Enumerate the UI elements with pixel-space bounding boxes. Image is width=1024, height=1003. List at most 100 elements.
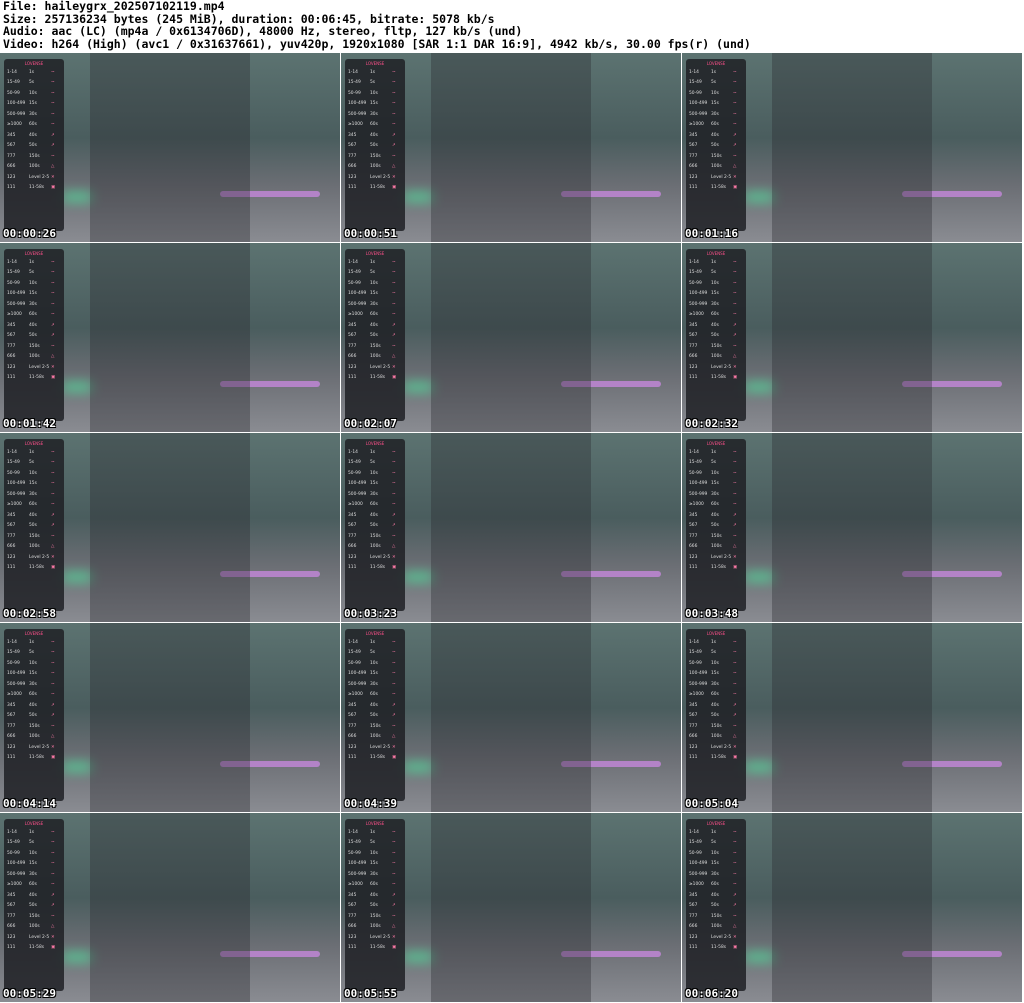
video-thumbnail[interactable]: LOVENSE 1-14 1s ~15-49 5s ~50-99 10s ~100-499 15… [0,243,340,432]
pattern-icon: ↗ [733,143,737,149]
video-thumbnail[interactable]: LOVENSE 1-14 1s ~15-49 5s ~50-99 10s ~100-499 15… [0,53,340,242]
pattern-icon: ~ [733,280,737,286]
tip-duration: 1s [711,829,717,835]
tip-menu-row: 500-999 30s ~ [686,869,746,880]
tip-duration: 150s [370,913,381,919]
pattern-icon: ~ [51,301,55,307]
tip-amount: 15-49 [7,460,20,466]
timestamp: 00:04:14 [3,797,56,810]
tip-duration: 40s [29,322,37,328]
tip-duration: 60s [711,502,719,508]
tip-menu-row: ≥1000 60s ~ [4,880,64,891]
tip-menu-row: 1-14 1s ~ [686,827,746,838]
tip-menu-row: 15-49 5s ~ [4,78,64,89]
pattern-icon: ↗ [51,322,55,328]
tip-menu-row: 123 Level 2-5 ✕ [4,552,64,563]
timestamp: 00:03:48 [685,607,738,620]
pattern-icon: ~ [392,280,396,286]
pattern-icon: ~ [733,491,737,497]
tip-menu-row: 100-499 15s ~ [686,99,746,110]
video-thumbnail[interactable]: LOVENSE 1-14 1s ~15-49 5s ~50-99 10s ~100-499 15… [682,433,1022,622]
tip-duration: 100s [29,164,40,170]
pattern-icon: ~ [51,502,55,508]
pattern-icon: ~ [392,470,396,476]
tip-amount: 15-49 [348,650,361,656]
tip-duration: 11-58s [711,185,727,191]
tip-menu-row: 567 50s ↗ [4,711,64,722]
pattern-icon: ✕ [733,364,737,370]
tip-amount: 777 [689,343,698,349]
tip-menu-row: 100-499 15s ~ [345,99,405,110]
pattern-icon: △ [51,164,55,170]
video-thumbnail[interactable]: LOVENSE 1-14 1s ~15-49 5s ~50-99 10s ~100-499 15… [682,243,1022,432]
tip-duration: 15s [711,101,719,107]
tip-amount: 15-49 [348,460,361,466]
video-thumbnail[interactable]: LOVENSE 1-14 1s ~15-49 5s ~50-99 10s ~100-499 15… [341,243,681,432]
tip-amount: 100-499 [7,101,26,107]
tip-menu-row: 666 100s △ [686,162,746,173]
video-thumbnail[interactable]: LOVENSE 1-14 1s ~15-49 5s ~50-99 10s ~100-499 15… [682,813,1022,1002]
video-thumbnail[interactable]: LOVENSE 1-14 1s ~15-49 5s ~50-99 10s ~100-499 15… [0,813,340,1002]
pattern-icon: △ [733,354,737,360]
tip-duration: 15s [711,671,719,677]
tip-amount: 123 [7,364,16,370]
tip-menu-overlay: LOVENSE 1-14 1s ~15-49 5s ~50-99 10s ~100-499 15… [686,629,746,801]
tip-amount: 345 [7,322,16,328]
tip-duration: 100s [29,734,40,740]
timestamp: 00:05:04 [685,797,738,810]
pattern-icon: ~ [51,111,55,117]
tip-amount: 500-999 [7,491,26,497]
tip-duration: 10s [711,850,719,856]
tip-duration: Level 2-5 [370,174,391,180]
video-thumbnail[interactable]: LOVENSE 1-14 1s ~15-49 5s ~50-99 10s ~100-499 15… [341,53,681,242]
tip-amount: 666 [348,734,357,740]
tip-menu-row: 345 40s ↗ [4,130,64,141]
pattern-icon: ~ [392,122,396,128]
tip-amount: ≥1000 [689,882,704,888]
tip-menu-row: 345 40s ↗ [4,890,64,901]
tip-duration: 30s [370,681,378,687]
pattern-icon: ↗ [733,132,737,138]
tip-amount: 666 [7,354,16,360]
tip-amount: 100-499 [348,671,367,677]
tip-duration: 40s [711,892,719,898]
tip-amount: 111 [689,945,698,951]
tip-amount: 50-99 [348,280,361,286]
tip-menu-row: 500-999 30s ~ [345,869,405,880]
video-thumbnail[interactable]: LOVENSE 1-14 1s ~15-49 5s ~50-99 10s ~100-499 15… [682,623,1022,812]
pattern-icon: ~ [51,491,55,497]
timestamp: 00:00:26 [3,227,56,240]
tip-amount: 50-99 [348,850,361,856]
tip-duration: 10s [370,90,378,96]
tip-amount: 567 [7,333,16,339]
tip-amount: 123 [689,364,698,370]
tip-menu-row: 777 150s ~ [345,911,405,922]
tip-amount: 15-49 [7,270,20,276]
pattern-icon: ~ [733,270,737,276]
tip-menu-row: 100-499 15s ~ [686,479,746,490]
video-thumbnail[interactable]: LOVENSE 1-14 1s ~15-49 5s ~50-99 10s ~100-499 15… [341,813,681,1002]
video-thumbnail[interactable]: LOVENSE 1-14 1s ~15-49 5s ~50-99 10s ~100-499 15… [341,623,681,812]
green-light [744,192,774,202]
tip-amount: 500-999 [689,681,708,687]
tip-duration: 1s [370,639,376,645]
tip-amount: 100-499 [689,671,708,677]
pattern-icon: ~ [51,153,55,159]
tip-duration: 30s [29,491,37,497]
tip-menu-row: 666 100s △ [4,162,64,173]
video-thumbnail[interactable]: LOVENSE 1-14 1s ~15-49 5s ~50-99 10s ~100-499 15… [341,433,681,622]
pattern-icon: ~ [392,882,396,888]
pattern-icon: ✕ [733,174,737,180]
tip-amount: ≥1000 [689,122,704,128]
tip-menu-row: 111 11-58s ▣ [686,943,746,954]
video-thumbnail[interactable]: LOVENSE 1-14 1s ~15-49 5s ~50-99 10s ~100-499 15… [0,433,340,622]
tip-menu-row: 15-49 5s ~ [686,268,746,279]
video-thumbnail[interactable]: LOVENSE 1-14 1s ~15-49 5s ~50-99 10s ~100-499 15… [682,53,1022,242]
video-thumbnail[interactable]: LOVENSE 1-14 1s ~15-49 5s ~50-99 10s ~100-499 15… [0,623,340,812]
tip-amount: ≥1000 [689,312,704,318]
tip-amount: 345 [7,132,16,138]
pattern-icon: ~ [733,291,737,297]
tip-duration: 100s [29,354,40,360]
tip-menu-row: 345 40s ↗ [345,130,405,141]
pattern-icon: ~ [733,343,737,349]
